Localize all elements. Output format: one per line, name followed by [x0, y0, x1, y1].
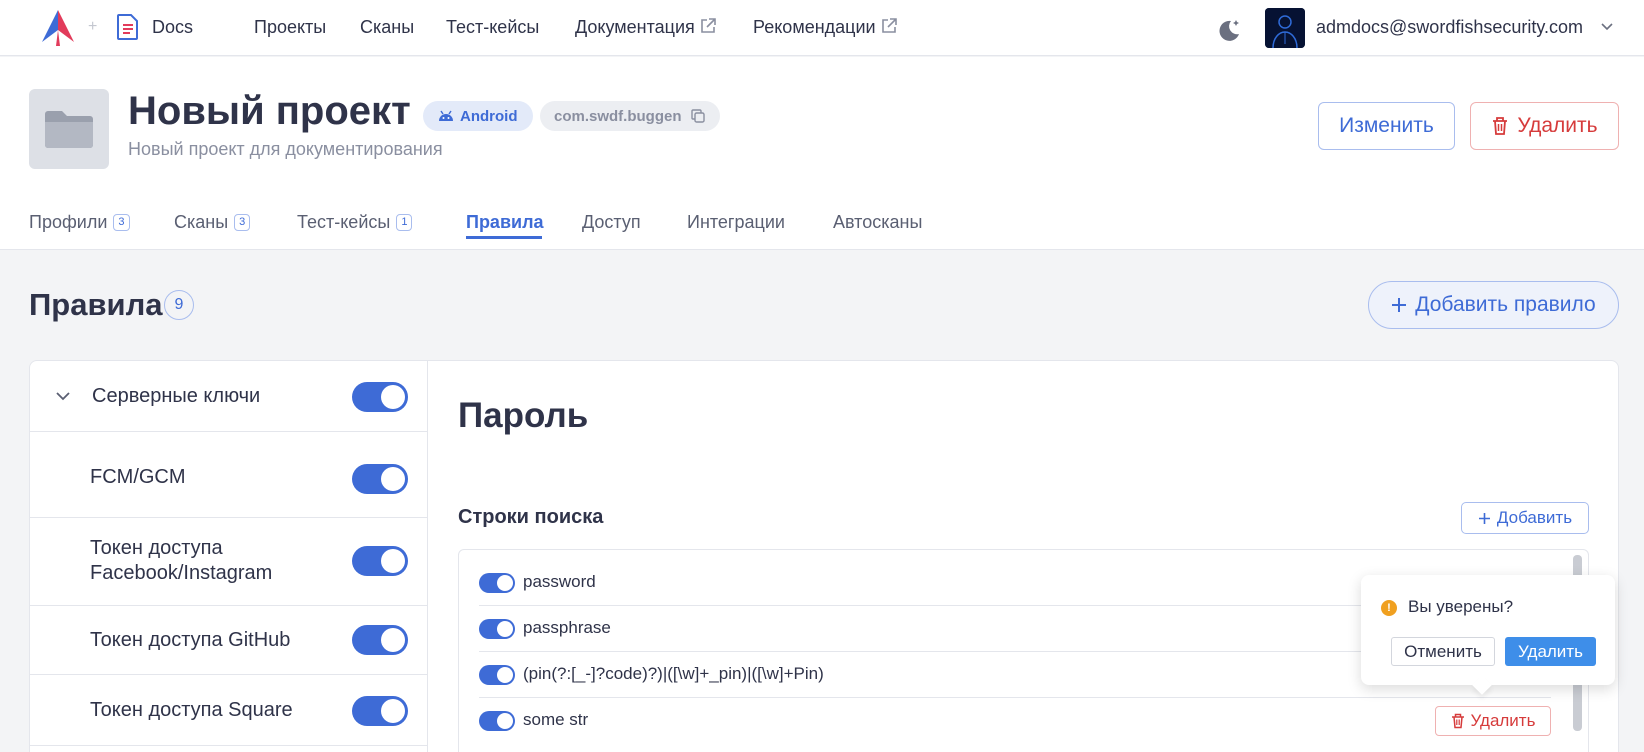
docs-icon	[117, 14, 138, 40]
platform-badge: Android	[423, 101, 533, 131]
search-string-toggle[interactable]	[479, 619, 515, 639]
search-string-toggle[interactable]	[479, 573, 515, 593]
platform-label: Android	[460, 107, 518, 125]
nav-link-documentation-label: Документация	[575, 17, 695, 37]
cancel-button[interactable]: Отменить	[1391, 637, 1495, 666]
rule-item-toggle[interactable]	[352, 625, 408, 655]
delete-project-button[interactable]: Удалить	[1470, 102, 1619, 150]
confirm-delete-button[interactable]: Удалить	[1505, 637, 1596, 666]
user-avatar[interactable]	[1265, 8, 1305, 48]
trash-icon	[1493, 117, 1508, 135]
nav-link-recommendations-label: Рекомендации	[753, 17, 876, 37]
tab-label: Тест-кейсы	[297, 211, 391, 232]
tab-autoscans[interactable]: Автосканы	[833, 207, 922, 237]
user-avatar-image	[1265, 8, 1305, 48]
tab-label: Профили	[29, 211, 108, 232]
rule-detail-title: Пароль	[458, 396, 589, 435]
tab-label: Правила	[466, 211, 544, 232]
rule-group-row[interactable]: Серверные ключи	[30, 361, 428, 432]
plus-icon	[1392, 298, 1407, 312]
delete-confirm-popover: ! Вы уверены? Отменить Удалить	[1361, 575, 1615, 685]
tab-profiles[interactable]: Профили 3	[29, 207, 130, 237]
rule-item-label: Токен доступа GitHub	[90, 629, 291, 651]
package-name: com.swdf.buggen	[554, 107, 682, 125]
nav-link-test-cases[interactable]: Тест-кейсы	[446, 17, 539, 38]
copy-icon[interactable]	[690, 108, 706, 124]
trash-icon	[1451, 713, 1464, 729]
package-badge: com.swdf.buggen	[540, 101, 720, 131]
android-icon	[439, 110, 453, 121]
confirm-message: Вы уверены?	[1408, 597, 1514, 616]
project-subtitle: Новый проект для документирования	[128, 139, 443, 159]
rules-panel: Серверные ключи FCM/GCM Токен доступа Fa…	[29, 360, 1619, 752]
top-navbar: + Docs Проекты Сканы Тест-кейсы Документ…	[0, 0, 1644, 56]
active-tab-indicator	[466, 236, 542, 239]
rule-group-label: Серверные ключи	[92, 385, 261, 407]
app-logo-icon[interactable]	[38, 8, 78, 48]
search-string-row: some str Удалить	[479, 698, 1551, 744]
delete-search-string-label: Удалить	[1470, 711, 1536, 730]
tab-rules[interactable]: Правила	[466, 207, 544, 237]
tab-label: Доступ	[582, 211, 641, 232]
add-search-string-label: Добавить	[1496, 508, 1573, 527]
tab-label: Сканы	[174, 211, 229, 232]
nav-link-recommendations[interactable]: Рекомендации	[753, 17, 898, 38]
project-tabs: Профили 3 Сканы 3 Тест-кейсы 1 Правила Д…	[0, 197, 1644, 250]
plus-icon	[1478, 512, 1490, 524]
tab-integrations[interactable]: Интеграции	[687, 207, 785, 237]
rule-item[interactable]: FCM/GCM	[30, 432, 428, 518]
search-string-text: (pin(?:[_-]?code)?)|([\w]+_pin)|([\w]+Pi…	[523, 664, 824, 683]
chevron-down-icon[interactable]	[1600, 20, 1614, 34]
rule-item-toggle[interactable]	[352, 696, 408, 726]
chevron-down-icon[interactable]	[55, 388, 71, 404]
rules-list: Серверные ключи FCM/GCM Токен доступа Fa…	[30, 361, 428, 752]
tab-test-cases[interactable]: Тест-кейсы 1	[297, 207, 413, 237]
tab-label: Интеграции	[687, 211, 785, 232]
edit-project-button[interactable]: Изменить	[1318, 102, 1455, 150]
page-title: Новый проект	[128, 89, 411, 133]
tab-scans[interactable]: Сканы 3	[174, 207, 251, 237]
external-link-icon	[881, 18, 897, 33]
theme-toggle-moon-icon[interactable]	[1216, 17, 1242, 43]
add-rule-button[interactable]: Добавить правило	[1368, 281, 1619, 329]
project-avatar	[29, 89, 109, 169]
rule-item[interactable]: Токен доступа GitHub	[30, 606, 428, 675]
rule-group-toggle[interactable]	[352, 382, 408, 412]
nav-link-projects[interactable]: Проекты	[254, 17, 326, 38]
rule-item-label: Токен доступа Square	[90, 699, 293, 721]
search-string-toggle[interactable]	[479, 665, 515, 685]
tab-count: 3	[113, 213, 130, 231]
search-string-text: passphrase	[523, 618, 611, 637]
search-strings-title: Строки поиска	[458, 506, 604, 528]
warning-icon: !	[1381, 600, 1397, 616]
rule-item-label: Токен доступа Facebook/Instagram	[90, 537, 273, 584]
tab-count: 1	[396, 213, 413, 231]
project-header: Новый проект Android com.swdf.buggen Нов…	[0, 57, 1644, 250]
add-rule-label: Добавить правило	[1415, 293, 1596, 316]
rule-item[interactable]: Токен доступа Square	[30, 675, 428, 746]
rules-count-badge: 9	[164, 290, 194, 320]
add-search-string-button[interactable]: Добавить	[1461, 502, 1589, 534]
separator-plus: +	[88, 18, 98, 35]
search-string-toggle[interactable]	[479, 711, 515, 731]
rules-title: Правила	[29, 287, 163, 322]
search-string-text: some str	[523, 710, 589, 729]
app-name[interactable]: Docs	[152, 17, 193, 38]
delete-search-string-button[interactable]: Удалить	[1435, 706, 1551, 736]
tab-label: Автосканы	[833, 211, 923, 232]
folder-icon	[45, 111, 93, 148]
rule-item-toggle[interactable]	[352, 546, 408, 576]
rule-item[interactable]: Токен доступа Facebook/Instagram	[30, 518, 428, 606]
tab-access[interactable]: Доступ	[582, 207, 641, 237]
user-email[interactable]: admdocs@swordfishsecurity.com	[1316, 17, 1583, 38]
external-link-icon	[700, 18, 716, 33]
rule-item-toggle[interactable]	[352, 464, 408, 494]
nav-link-scans[interactable]: Сканы	[360, 17, 414, 38]
nav-link-documentation[interactable]: Документация	[575, 17, 717, 38]
delete-project-label: Удалить	[1517, 114, 1598, 137]
rule-item-label: FCM/GCM	[90, 466, 186, 488]
search-string-text: password	[523, 572, 596, 591]
tab-count: 3	[234, 213, 251, 231]
